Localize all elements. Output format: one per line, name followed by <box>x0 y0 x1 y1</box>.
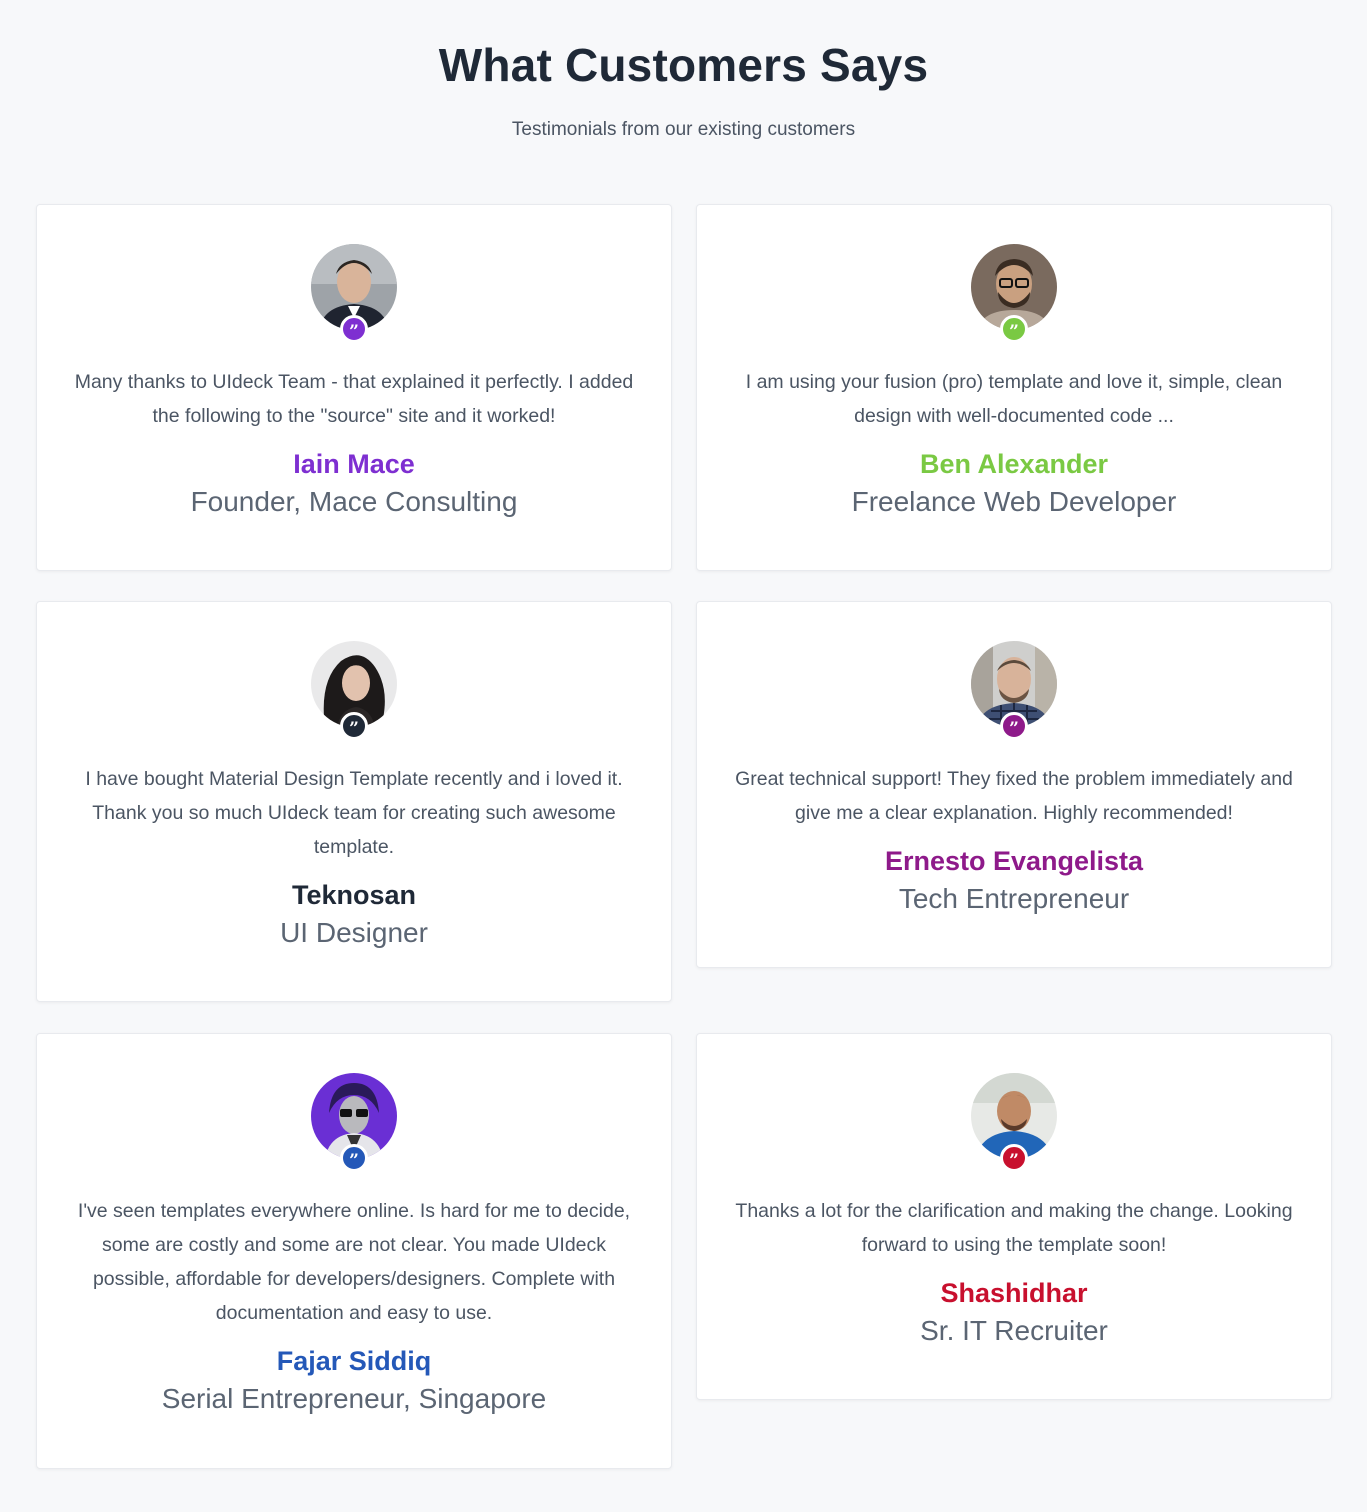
quote-icon: ” <box>340 315 368 343</box>
testimonial-name: Iain Mace <box>293 449 415 479</box>
testimonial-card: ” I am using your fusion (pro) template … <box>696 204 1332 571</box>
avatar-wrapper: ” <box>971 244 1057 343</box>
testimonial-role: UI Designer <box>280 917 428 948</box>
testimonial-role: Freelance Web Developer <box>851 486 1177 517</box>
testimonial-card: ” Great technical support! They fixed th… <box>696 601 1332 968</box>
testimonial-quote: Thanks a lot for the clarification and m… <box>735 1200 1293 1256</box>
testimonial-name: Teknosan <box>291 880 417 910</box>
avatar-wrapper: ” <box>971 641 1057 740</box>
testimonial-role: Serial Entrepreneur, Singapore <box>161 1383 547 1414</box>
quote-icon: ” <box>1000 315 1028 343</box>
testimonial-name: Fajar Siddiq <box>276 1346 432 1376</box>
quote-icon: ” <box>1000 712 1028 740</box>
quote-icon: ” <box>340 712 368 740</box>
testimonial-name: Ernesto Evangelista <box>884 846 1144 876</box>
testimonial-card: ” Thanks a lot for the clarification and… <box>696 1033 1332 1400</box>
testimonials-section: What Customers Says Testimonials from ou… <box>0 0 1367 1512</box>
avatar-wrapper: ” <box>311 1073 397 1172</box>
section-subtitle: Testimonials from our existing customers <box>511 119 856 140</box>
testimonial-quote: Great technical support! They fixed the … <box>735 768 1293 824</box>
testimonial-card: ” Many thanks to UIdeck Team - that expl… <box>36 204 672 571</box>
testimonial-quote: Many thanks to UIdeck Team - that explai… <box>74 371 634 427</box>
quote-icon: ” <box>1000 1144 1028 1172</box>
avatar-wrapper: ” <box>971 1073 1057 1172</box>
avatar-wrapper: ” <box>311 641 397 740</box>
testimonial-quote: I've seen templates everywhere online. I… <box>77 1200 631 1324</box>
testimonial-card: ” I have bought Material Design Template… <box>36 601 672 1002</box>
section-title: What Customers Says <box>438 39 929 91</box>
testimonial-card: ” I've seen templates everywhere online.… <box>36 1033 672 1469</box>
testimonial-role: Founder, Mace Consulting <box>190 486 518 517</box>
testimonial-role: Tech Entrepreneur <box>898 883 1130 914</box>
testimonial-name: Shashidhar <box>940 1278 1088 1308</box>
avatar-wrapper: ” <box>311 244 397 343</box>
quote-icon: ” <box>340 1144 368 1172</box>
testimonial-role: Sr. IT Recruiter <box>920 1315 1108 1346</box>
testimonial-name: Ben Alexander <box>919 449 1109 479</box>
testimonial-quote: I have bought Material Design Template r… <box>85 768 623 858</box>
testimonial-quote: I am using your fusion (pro) template an… <box>745 371 1283 427</box>
